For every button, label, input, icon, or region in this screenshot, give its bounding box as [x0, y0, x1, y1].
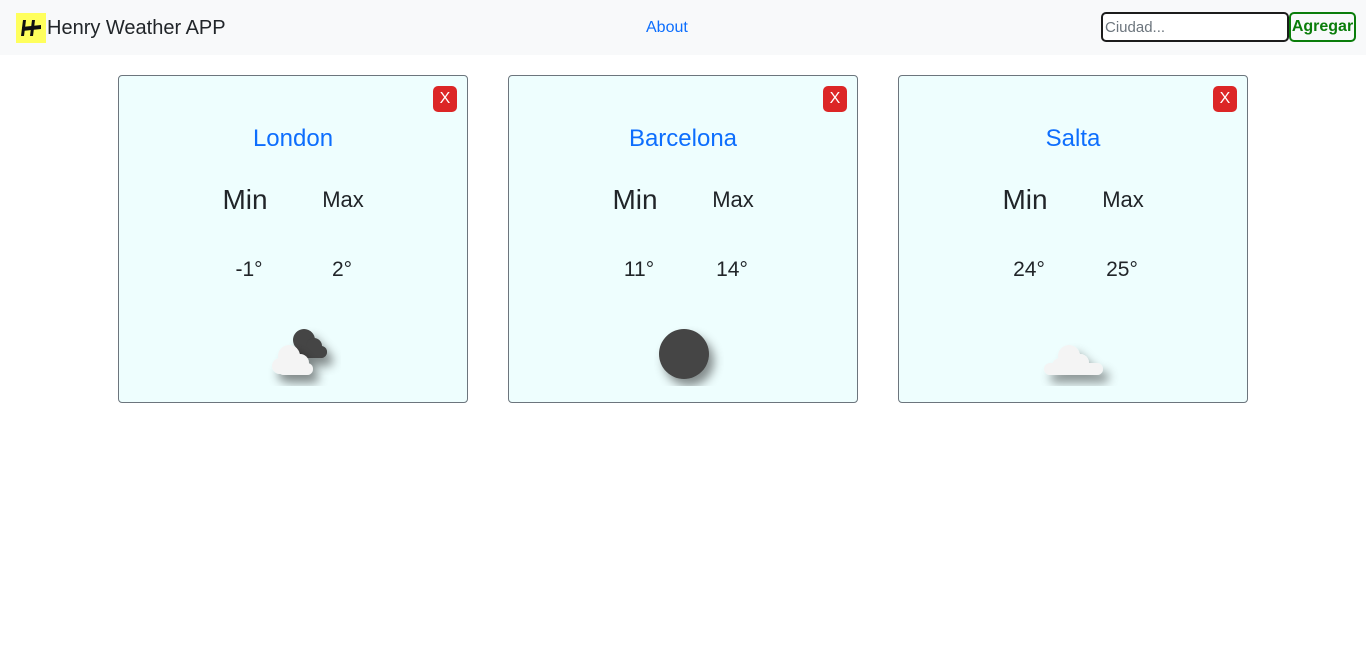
broken-clouds-icon [244, 316, 344, 386]
navbar: Henry Weather APP About Agregar [0, 0, 1366, 55]
close-card-button[interactable]: X [1213, 86, 1237, 112]
max-temperature: 2° [331, 258, 353, 281]
add-city-button[interactable]: Agregar [1289, 12, 1356, 42]
city-name: Salta [1045, 125, 1101, 152]
min-label: Min [612, 184, 658, 215]
max-temperature: 25° [1106, 258, 1138, 281]
henry-logo-icon[interactable] [16, 13, 46, 43]
app-title[interactable]: Henry Weather APP [47, 16, 226, 40]
close-card-button[interactable]: X [433, 86, 457, 112]
cloud-icon [1024, 316, 1124, 386]
max-label: Max [712, 187, 754, 212]
city-card-salta: X Salta Min Max 24° 25° [898, 75, 1248, 403]
close-card-button[interactable]: X [823, 86, 847, 112]
city-search-input[interactable] [1101, 12, 1289, 42]
min-temperature: 11° [623, 258, 655, 281]
min-temperature: -1° [235, 258, 263, 281]
city-name: Barcelona [628, 125, 738, 152]
city-card-barcelona: X Barcelona Min Max 11° 14° [508, 75, 858, 403]
min-temperature: 24° [1013, 258, 1045, 281]
max-temperature: 14° [716, 258, 748, 281]
min-label: Min [1002, 184, 1048, 215]
city-card-london: X London Min Max -1° 2° [118, 75, 468, 403]
max-label: Max [1102, 187, 1144, 212]
clear-night-moon-icon [634, 316, 734, 386]
max-label: Max [322, 187, 364, 212]
city-name: London [252, 125, 334, 152]
about-link[interactable]: About [646, 18, 688, 38]
min-label: Min [222, 184, 268, 215]
